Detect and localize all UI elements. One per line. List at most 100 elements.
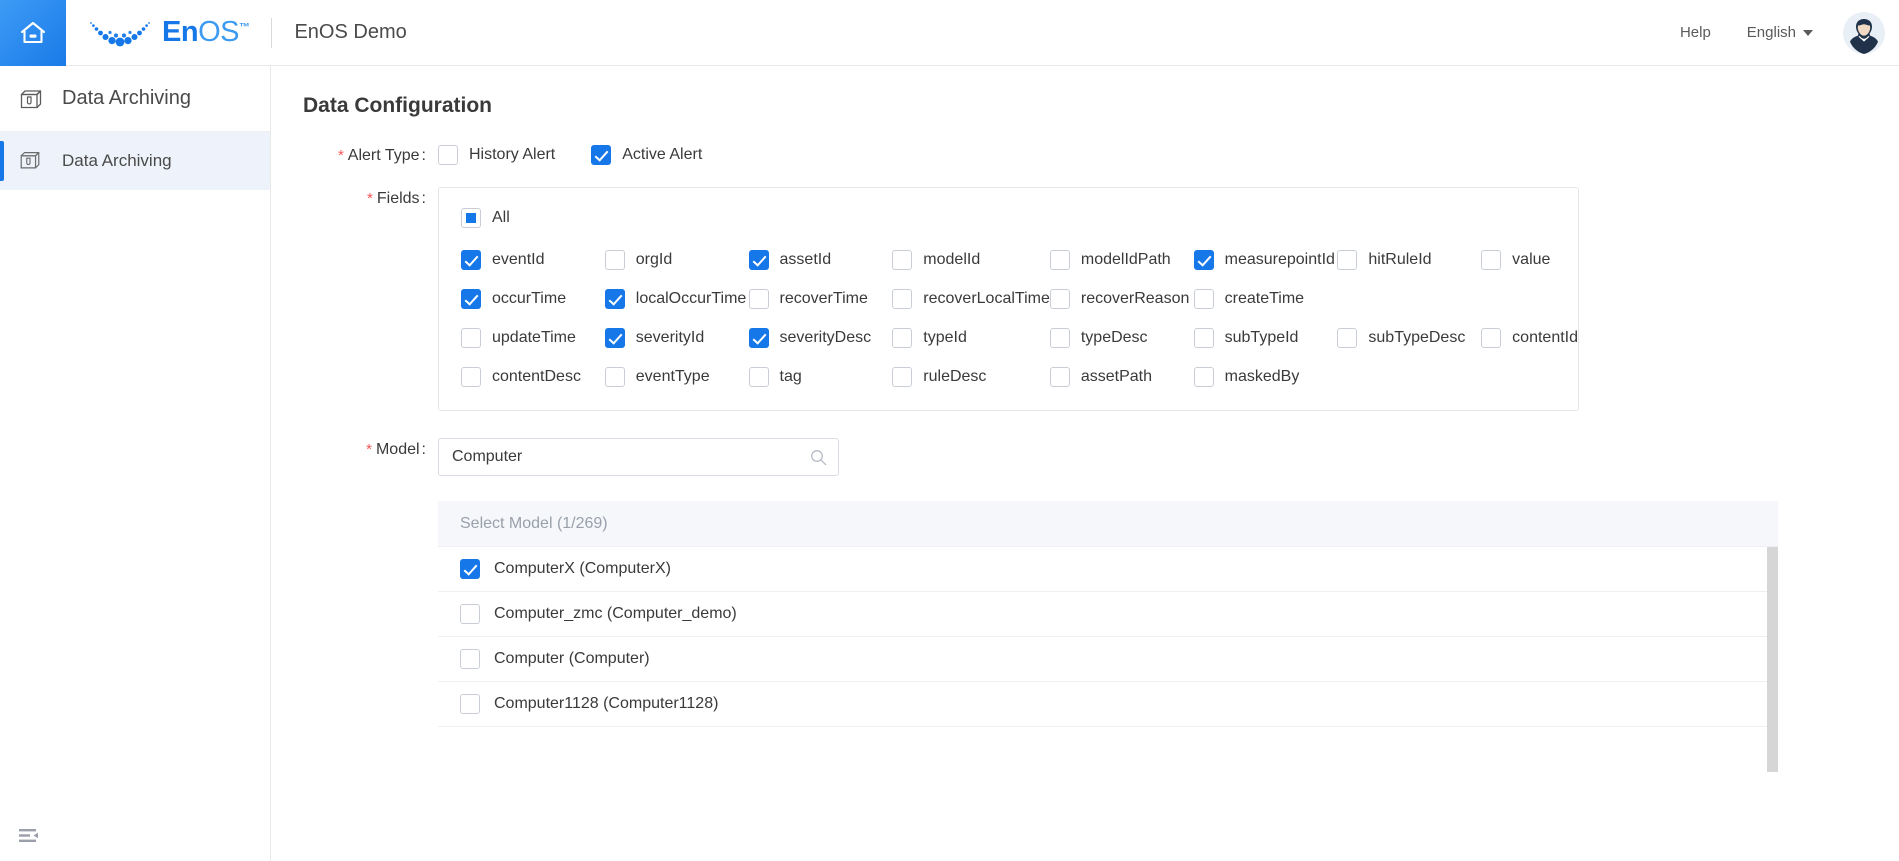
- checkbox-box[interactable]: [1050, 250, 1070, 270]
- main-content: Data Configuration *Alert Type: History …: [271, 66, 1899, 861]
- sidebar-item-data-archiving[interactable]: Data Archiving: [0, 132, 270, 190]
- checkbox-field-modelIdPath[interactable]: modelIdPath: [1050, 247, 1194, 273]
- model-list-item[interactable]: Computer1128 (Computer1128): [438, 682, 1778, 727]
- checkbox-label: History Alert: [469, 146, 555, 164]
- checkbox-label: typeDesc: [1081, 329, 1148, 347]
- model-list: Select Model (1/269) ComputerX (Computer…: [438, 501, 1778, 727]
- checkbox-box[interactable]: [1050, 289, 1070, 309]
- checkbox-box[interactable]: [1050, 367, 1070, 387]
- sidebar-header: Data Archiving: [0, 66, 270, 132]
- checkbox-field-assetPath[interactable]: assetPath: [1050, 364, 1194, 390]
- model-search-input[interactable]: [439, 439, 838, 475]
- checkbox-box[interactable]: [1337, 250, 1357, 270]
- checkbox-field-subTypeDesc[interactable]: subTypeDesc: [1337, 325, 1481, 351]
- checkbox-box[interactable]: [461, 250, 481, 270]
- brand-os: OS: [198, 16, 239, 48]
- checkbox-box[interactable]: [438, 145, 458, 165]
- checkbox-field-ruleDesc[interactable]: ruleDesc: [892, 364, 1050, 390]
- checkbox-box[interactable]: [1194, 367, 1214, 387]
- checkbox-box[interactable]: [605, 250, 625, 270]
- checkbox-box[interactable]: [460, 604, 480, 624]
- checkbox-box[interactable]: [605, 328, 625, 348]
- checkbox-field-eventType[interactable]: eventType: [605, 364, 749, 390]
- checkbox-field-maskedBy[interactable]: maskedBy: [1194, 364, 1338, 390]
- checkbox-field-orgId[interactable]: orgId: [605, 247, 749, 273]
- fields-control: All eventId orgId assetId modelId modelI…: [426, 187, 1899, 411]
- checkbox-field-severityDesc[interactable]: severityDesc: [749, 325, 893, 351]
- checkbox-field-value[interactable]: value: [1481, 247, 1578, 273]
- alert-type-row: *Alert Type: History Alert Active Alert: [271, 144, 1899, 165]
- checkbox-field-recoverTime[interactable]: recoverTime: [749, 286, 893, 312]
- model-list-scrollbar[interactable]: [1767, 547, 1778, 772]
- checkbox-field-measurepointId[interactable]: measurepointId: [1194, 247, 1338, 273]
- language-selector[interactable]: English: [1747, 24, 1813, 41]
- help-link[interactable]: Help: [1680, 24, 1711, 41]
- archive-box-icon: [18, 148, 44, 174]
- checkbox-field-tag[interactable]: tag: [749, 364, 893, 390]
- top-bar: EnOS™ EnOS Demo Help English: [0, 0, 1899, 66]
- model-list-item-label: Computer (Computer): [494, 650, 650, 668]
- checkbox-label: subTypeDesc: [1368, 329, 1465, 347]
- model-row: *Model: Select Model (1/269) ComputerX (…: [271, 438, 1899, 727]
- checkbox-field-localOccurTime[interactable]: localOccurTime: [605, 286, 749, 312]
- required-asterisk: *: [366, 441, 372, 458]
- checkbox-field-occurTime[interactable]: occurTime: [461, 286, 605, 312]
- brand: EnOS™ EnOS Demo: [86, 0, 407, 66]
- checkbox-box[interactable]: [892, 328, 912, 348]
- checkbox-all-fields[interactable]: All: [461, 208, 510, 228]
- checkbox-field-subTypeId[interactable]: subTypeId: [1194, 325, 1338, 351]
- home-button[interactable]: [0, 0, 66, 66]
- checkbox-field-eventId[interactable]: eventId: [461, 247, 605, 273]
- search-icon[interactable]: [810, 449, 827, 466]
- checkbox-field-typeId[interactable]: typeId: [892, 325, 1050, 351]
- checkbox-box[interactable]: [461, 367, 481, 387]
- checkbox-field-severityId[interactable]: severityId: [605, 325, 749, 351]
- checkbox-field-recoverReason[interactable]: recoverReason: [1050, 286, 1194, 312]
- checkbox-box[interactable]: [460, 694, 480, 714]
- checkbox-box[interactable]: [1194, 289, 1214, 309]
- checkbox-box[interactable]: [892, 367, 912, 387]
- checkbox-box[interactable]: [1481, 250, 1501, 270]
- model-list-item[interactable]: Computer (Computer): [438, 637, 1778, 682]
- archive-box-icon: [18, 86, 44, 112]
- checkbox-box[interactable]: [1194, 328, 1214, 348]
- checkbox-field-updateTime[interactable]: updateTime: [461, 325, 605, 351]
- checkbox-field-contentId[interactable]: contentId: [1481, 325, 1578, 351]
- checkbox-history-alert[interactable]: History Alert: [438, 145, 555, 165]
- checkbox-box[interactable]: [1337, 328, 1357, 348]
- model-list-item[interactable]: ComputerX (ComputerX): [438, 547, 1778, 592]
- checkbox-box[interactable]: [749, 367, 769, 387]
- checkbox-field-assetId[interactable]: assetId: [749, 247, 893, 273]
- checkbox-field-modelId[interactable]: modelId: [892, 247, 1050, 273]
- model-list-item[interactable]: Computer_zmc (Computer_demo): [438, 592, 1778, 637]
- brand-wordmark: EnOS™: [162, 16, 249, 49]
- enos-logo-icon: [86, 16, 158, 50]
- checkbox-box[interactable]: [461, 289, 481, 309]
- checkbox-box[interactable]: [749, 328, 769, 348]
- checkbox-box[interactable]: [460, 649, 480, 669]
- checkbox-field-hitRuleId[interactable]: hitRuleId: [1337, 247, 1481, 273]
- checkbox-box[interactable]: [892, 289, 912, 309]
- checkbox-field-contentDesc[interactable]: contentDesc: [461, 364, 605, 390]
- checkbox-box[interactable]: [591, 145, 611, 165]
- checkbox-box[interactable]: [605, 367, 625, 387]
- checkbox-box[interactable]: [605, 289, 625, 309]
- checkbox-field-recoverLocalTime[interactable]: recoverLocalTime: [892, 286, 1050, 312]
- checkbox-box[interactable]: [892, 250, 912, 270]
- checkbox-box[interactable]: [461, 208, 481, 228]
- checkbox-box[interactable]: [460, 559, 480, 579]
- checkbox-box[interactable]: [1481, 328, 1501, 348]
- checkbox-field-typeDesc[interactable]: typeDesc: [1050, 325, 1194, 351]
- checkbox-active-alert[interactable]: Active Alert: [591, 145, 702, 165]
- checkbox-box[interactable]: [461, 328, 481, 348]
- checkbox-label: All: [492, 209, 510, 227]
- checkbox-box[interactable]: [1194, 250, 1214, 270]
- checkbox-label: hitRuleId: [1368, 251, 1431, 269]
- checkbox-field-createTime[interactable]: createTime: [1194, 286, 1338, 312]
- checkbox-box[interactable]: [749, 250, 769, 270]
- checkbox-label: recoverLocalTime: [923, 290, 1050, 308]
- checkbox-box[interactable]: [749, 289, 769, 309]
- checkbox-box[interactable]: [1050, 328, 1070, 348]
- avatar[interactable]: [1843, 12, 1885, 54]
- menu-collapse-icon[interactable]: [16, 823, 42, 849]
